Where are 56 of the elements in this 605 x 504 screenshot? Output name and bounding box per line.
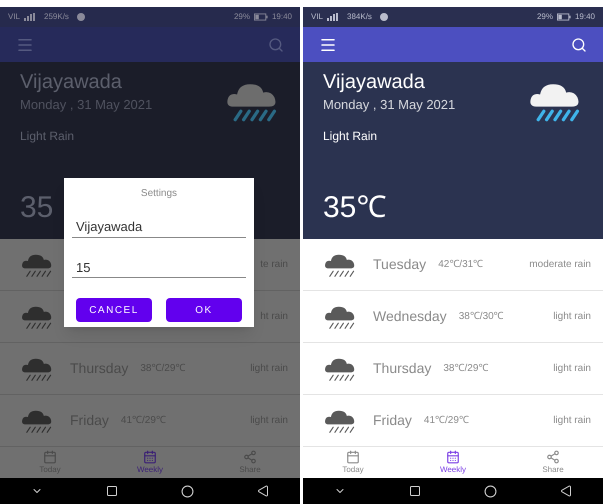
day-name: Wednesday: [373, 307, 447, 326]
calendar-icon: [346, 450, 360, 464]
carrier-label: VIL: [8, 11, 20, 23]
calendar-week-icon: [143, 450, 157, 464]
weather-description: light rain: [553, 414, 591, 428]
city-name: Vijayawada: [20, 70, 123, 95]
temperature-range: 41℃/29℃: [424, 414, 469, 428]
clock: 19:40: [574, 11, 595, 23]
days-input[interactable]: 15: [72, 258, 246, 278]
search-icon[interactable]: [571, 36, 587, 52]
carrier-label: VIL: [311, 11, 324, 23]
condition-text: Light Rain: [20, 128, 76, 144]
temperature-range: 38℃/29℃: [443, 362, 488, 376]
share-icon: [546, 450, 560, 464]
day-name: Friday: [373, 411, 412, 430]
recent-apps-icon[interactable]: [409, 485, 422, 497]
home-icon[interactable]: [484, 484, 497, 498]
signal-icon: [24, 13, 36, 21]
network-speed: 259K/s: [44, 11, 69, 23]
temperature-text: 35℃: [323, 193, 386, 223]
home-icon[interactable]: [180, 484, 194, 498]
network-speed: 384K/s: [347, 11, 372, 23]
clock: 19:40: [272, 11, 292, 23]
city-name: Vijayawada: [323, 70, 426, 95]
battery-icon: [556, 13, 571, 21]
forecast-row[interactable]: Wednesday 38℃/30℃ light rain: [303, 291, 603, 343]
signal-icon: [327, 13, 340, 21]
battery-icon: [254, 13, 268, 21]
battery-percent: 29%: [536, 11, 553, 23]
share-icon: [243, 450, 257, 464]
weather-description: light rain: [553, 362, 591, 376]
calendar-week-icon: [446, 450, 460, 464]
weather-description: moderate rain: [529, 258, 591, 272]
dialog-button[interactable]: OK: [166, 298, 242, 322]
nav-tab[interactable]: Today: [323, 450, 383, 476]
forecast-row[interactable]: Tuesday 42℃/31℃ moderate rain: [303, 239, 603, 291]
temperature-text: 35: [20, 193, 54, 223]
dialog-title: Settings: [140, 187, 178, 201]
day-name: Tuesday: [373, 255, 426, 274]
nav-tab[interactable]: Weekly: [120, 450, 180, 476]
temperature-range: 42℃/31℃: [438, 258, 484, 272]
city-input[interactable]: Vijayawada: [72, 217, 246, 238]
calendar-icon: [43, 450, 57, 464]
dialog-button[interactable]: CANCEL: [76, 298, 152, 322]
forecast-row[interactable]: Thursday 38℃/29℃ light rain: [303, 343, 603, 395]
day-name: Thursday: [373, 359, 432, 378]
condition-text: Light Rain: [323, 128, 378, 144]
weather-description: light rain: [553, 310, 591, 324]
recent-apps-icon[interactable]: [106, 485, 118, 497]
temperature-range: 38℃/30℃: [458, 310, 504, 324]
battery-percent: 29%: [234, 11, 250, 23]
back-icon[interactable]: [560, 485, 572, 497]
date-text: Monday , 31 May 2021: [323, 96, 456, 114]
nav-tab[interactable]: Weekly: [423, 450, 483, 476]
nav-tab[interactable]: Share: [523, 450, 583, 476]
back-icon[interactable]: [256, 485, 269, 497]
